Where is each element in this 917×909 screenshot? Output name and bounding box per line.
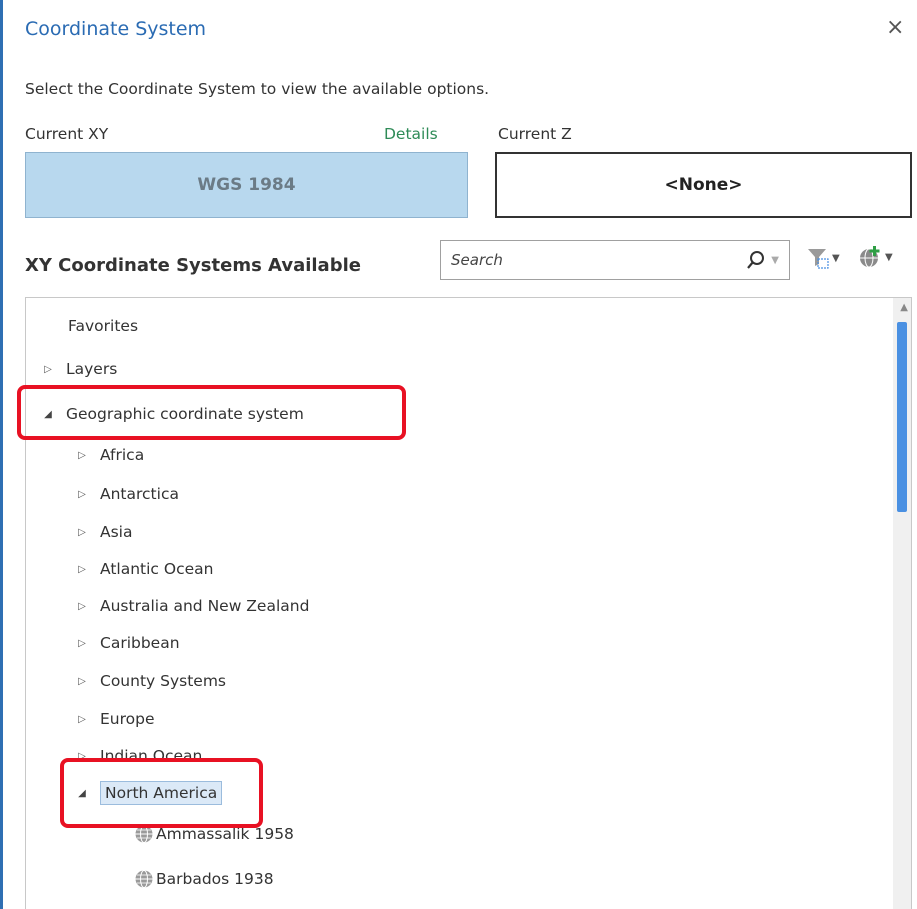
- tree-item-label: Africa: [100, 446, 145, 464]
- tree-item-north-america[interactable]: ◢ North America: [74, 779, 223, 807]
- tree-item-label: Geographic coordinate system: [66, 405, 304, 423]
- current-xy-value: WGS 1984: [197, 175, 296, 195]
- expand-icon[interactable]: ▷: [40, 364, 56, 375]
- vertical-scrollbar[interactable]: ▲: [893, 298, 911, 909]
- scroll-up-arrow-icon[interactable]: ▲: [900, 302, 908, 313]
- add-coordinate-system-button[interactable]: ▼: [857, 244, 893, 270]
- collapse-icon[interactable]: ◢: [40, 409, 56, 420]
- filter-dropdown-icon: ▼: [832, 252, 840, 264]
- tree-item-county-systems[interactable]: ▷ County Systems: [74, 667, 226, 695]
- tree-item-africa[interactable]: ▷ Africa: [74, 441, 144, 469]
- tree-item-label: County Systems: [100, 672, 227, 690]
- tree-item-atlantic-ocean[interactable]: ▷ Atlantic Ocean: [74, 555, 213, 583]
- tree-item-antarctica[interactable]: ▷ Antarctica: [74, 480, 179, 508]
- expand-icon[interactable]: ▷: [74, 714, 90, 725]
- search-options-dropdown-icon[interactable]: ▼: [771, 255, 779, 266]
- tree-item-label: Indian Ocean: [100, 747, 203, 765]
- current-z-value: <None>: [664, 175, 743, 195]
- filter-button[interactable]: ▼: [806, 246, 840, 270]
- current-xy-button[interactable]: WGS 1984: [25, 152, 468, 218]
- search-box[interactable]: ▼: [440, 240, 790, 280]
- tree-item-label: Favorites: [68, 317, 139, 335]
- expand-icon[interactable]: ▷: [74, 489, 90, 500]
- tree-leaf-label: Barbados 1938: [156, 870, 274, 888]
- tree-item-caribbean[interactable]: ▷ Caribbean: [74, 629, 180, 657]
- current-z-label: Current Z: [498, 125, 572, 143]
- filter-icon: [808, 249, 829, 269]
- collapse-icon[interactable]: ◢: [74, 788, 90, 799]
- expand-icon[interactable]: ▷: [74, 527, 90, 538]
- tree-item-label: Layers: [66, 360, 118, 378]
- expand-icon[interactable]: ▷: [74, 676, 90, 687]
- tree-item-layers[interactable]: ▷ Layers: [40, 355, 117, 383]
- tree-item-indian-ocean[interactable]: ▷ Indian Ocean: [74, 742, 202, 770]
- tree-item-favorites[interactable]: Favorites: [68, 312, 138, 340]
- dialog-instructions: Select the Coordinate System to view the…: [25, 80, 490, 98]
- globe-icon: [135, 870, 153, 888]
- tree-item-australia-nz[interactable]: ▷ Australia and New Zealand: [74, 592, 309, 620]
- globe-icon: [135, 825, 153, 843]
- tree-item-label: Asia: [100, 523, 133, 541]
- search-input[interactable]: [449, 244, 746, 276]
- details-link[interactable]: Details: [384, 125, 438, 143]
- expand-icon[interactable]: ▷: [74, 638, 90, 649]
- tree-item-label: Caribbean: [100, 634, 180, 652]
- tree-leaf-barbados-1938[interactable]: Barbados 1938: [134, 865, 274, 893]
- tree-item-label: Antarctica: [100, 485, 179, 503]
- tree-leaf-ammassalik-1958[interactable]: Ammassalik 1958: [134, 820, 294, 848]
- dialog-title: Coordinate System: [25, 18, 207, 40]
- tree-leaf-label: Ammassalik 1958: [156, 825, 294, 843]
- coordinate-system-tree[interactable]: Favorites ▷ Layers ◢ Geographic coordina…: [25, 297, 912, 909]
- scrollbar-thumb[interactable]: [897, 322, 907, 512]
- tree-item-geographic-coordinate-system[interactable]: ◢ Geographic coordinate system: [40, 400, 304, 428]
- search-icon[interactable]: [745, 249, 767, 271]
- tree-item-europe[interactable]: ▷ Europe: [74, 705, 155, 733]
- tree-item-label: Europe: [100, 710, 155, 728]
- tree-item-asia[interactable]: ▷ Asia: [74, 518, 132, 546]
- add-dropdown-icon: ▼: [885, 251, 893, 263]
- current-xy-label: Current XY: [25, 125, 109, 143]
- expand-icon[interactable]: ▷: [74, 450, 90, 461]
- available-systems-heading: XY Coordinate Systems Available: [25, 255, 361, 276]
- close-button[interactable]: ×: [886, 17, 904, 39]
- globe-add-icon: [860, 246, 880, 268]
- window-edge: [0, 0, 3, 909]
- tree-item-label: Australia and New Zealand: [100, 597, 310, 615]
- tree-item-label: Atlantic Ocean: [100, 560, 214, 578]
- expand-icon[interactable]: ▷: [74, 751, 90, 762]
- expand-icon[interactable]: ▷: [74, 601, 90, 612]
- current-z-button[interactable]: <None>: [495, 152, 912, 218]
- expand-icon[interactable]: ▷: [74, 564, 90, 575]
- tree-item-label-selected: North America: [100, 781, 223, 805]
